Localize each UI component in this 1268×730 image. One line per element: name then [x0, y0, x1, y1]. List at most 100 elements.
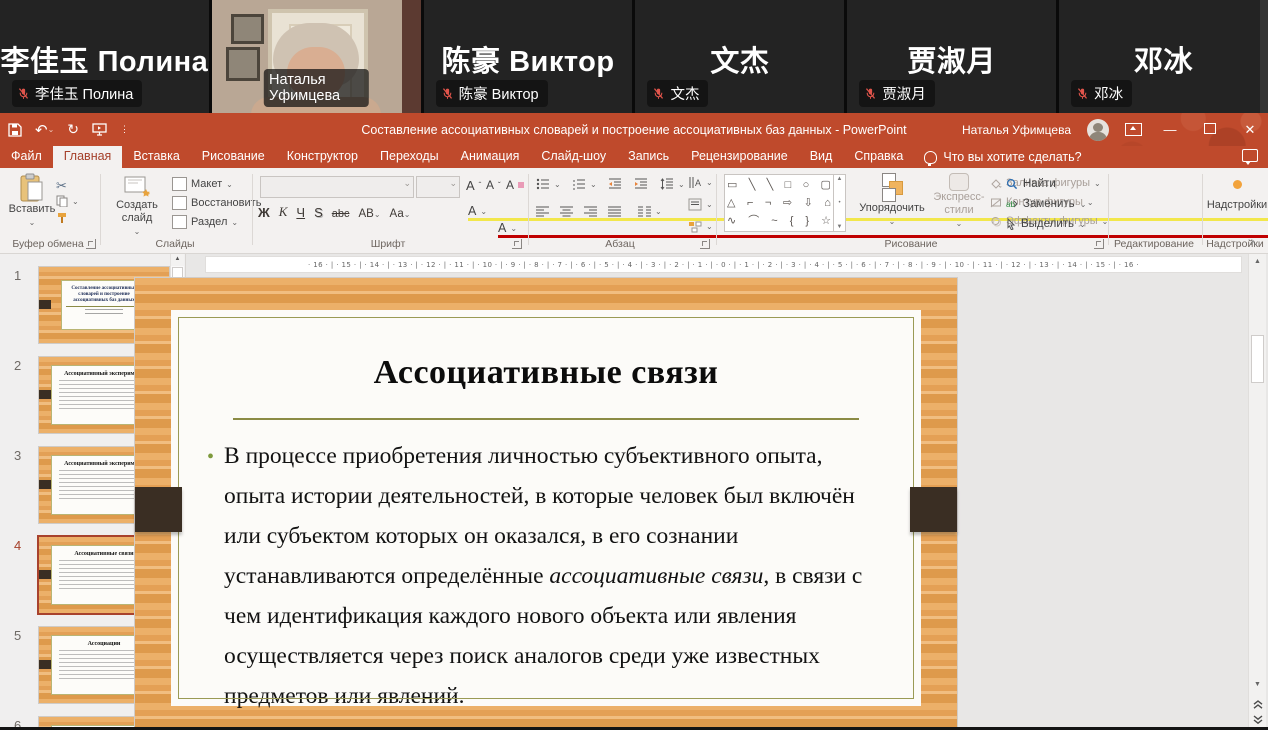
shape-icon[interactable]: ▭ — [727, 177, 737, 193]
close-button[interactable]: ✕ — [1238, 122, 1262, 138]
font-style-button-5[interactable]: АВ⌄ — [358, 208, 380, 220]
slide-title[interactable]: Ассоциативные связи — [171, 354, 921, 392]
shape-icon[interactable]: ~ — [771, 213, 777, 229]
quick-styles-button[interactable]: Экспресс-стили⌄ — [932, 173, 986, 230]
line-spacing-button[interactable]: ⌄ — [660, 178, 685, 190]
tab-10[interactable]: Вид — [799, 146, 844, 168]
shrink-font-button[interactable]: Аˇ — [486, 178, 501, 192]
font-name-combobox[interactable] — [260, 176, 414, 198]
restore-button[interactable] — [1198, 122, 1222, 137]
tab-2[interactable]: Вставка — [122, 146, 190, 168]
tab-8[interactable]: Запись — [617, 146, 680, 168]
shape-icon[interactable]: ▢ — [821, 177, 831, 193]
shape-icon[interactable]: ╲ — [767, 177, 774, 193]
font-style-button-4[interactable]: abc — [332, 208, 350, 220]
shape-icon[interactable]: ∿ — [727, 213, 736, 229]
shape-icon[interactable]: ╲ — [749, 177, 756, 193]
shape-icon[interactable]: ⌒ — [748, 213, 759, 229]
layout-button[interactable]: Макет⌄ — [172, 177, 233, 191]
shape-icon[interactable]: ¬ — [765, 195, 771, 211]
shape-icon[interactable]: ○ — [803, 177, 810, 193]
scroll-up-icon[interactable]: ▲ — [171, 253, 184, 266]
font-style-button-2[interactable]: Ч — [296, 205, 305, 220]
clear-formatting-button[interactable]: А — [506, 178, 524, 192]
shape-icon[interactable]: ☆ — [821, 213, 831, 229]
numbering-button[interactable]: ⌄ — [572, 178, 597, 190]
replace-button[interactable]: ab Заменить⌄ — [1006, 198, 1086, 210]
slide-body-text[interactable]: • В процессе приобретения личностью субъ… — [207, 436, 883, 716]
font-dialog-launcher-icon[interactable] — [512, 239, 522, 249]
section-button[interactable]: Раздел⌄ — [172, 215, 238, 229]
tell-me-search[interactable]: Что вы хотите сделать? — [914, 146, 1091, 168]
format-painter-button[interactable] — [56, 212, 68, 224]
tab-7[interactable]: Слайд-шоу — [530, 146, 617, 168]
align-text-button[interactable]: ⌄ — [688, 198, 713, 211]
shape-icon[interactable]: ⌐ — [747, 195, 753, 211]
justify-button[interactable] — [608, 206, 621, 217]
participant-tile[interactable]: 邓冰邓冰 — [1059, 0, 1268, 113]
participant-tile[interactable]: 李佳玉 Полина李佳玉 Полина — [0, 0, 209, 113]
participant-tile[interactable]: 文杰文杰 — [635, 0, 844, 113]
align-center-button[interactable] — [560, 206, 573, 217]
tab-11[interactable]: Справка — [843, 146, 914, 168]
tab-5[interactable]: Переходы — [369, 146, 450, 168]
tab-9[interactable]: Рецензирование — [680, 146, 799, 168]
tab-3[interactable]: Рисование — [191, 146, 276, 168]
paste-button[interactable]: Вставить⌄ — [8, 173, 56, 229]
collapse-ribbon-icon[interactable]: ˄ — [1250, 238, 1256, 249]
paragraph-dialog-launcher-icon[interactable] — [700, 239, 710, 249]
decrease-indent-button[interactable] — [608, 178, 622, 190]
shape-icon[interactable]: { — [790, 213, 794, 229]
tab-1[interactable]: Главная — [53, 146, 123, 168]
shape-icon[interactable]: □ — [785, 177, 792, 193]
font-style-button-1[interactable]: К — [279, 204, 288, 220]
shape-icon[interactable]: ⇨ — [783, 195, 792, 211]
scroll-up-icon[interactable]: ▲ — [1249, 254, 1266, 269]
increase-indent-button[interactable] — [634, 178, 648, 190]
previous-slide-button[interactable] — [1249, 697, 1266, 711]
addins-button[interactable]: Надстройки — [1206, 180, 1268, 212]
align-left-button[interactable] — [536, 206, 549, 217]
participant-tile[interactable]: 陈豪 Виктор陈豪 Виктор — [424, 0, 633, 113]
text-direction-button[interactable]: А⌄ — [688, 176, 713, 189]
minimize-button[interactable]: — — [1158, 122, 1182, 137]
copy-button[interactable]: ⌄ — [56, 195, 79, 207]
find-button[interactable]: Найти — [1006, 178, 1056, 190]
shapes-gallery[interactable]: ▭ ╲ ╲ □ ○ ▢ △ ⌐ ¬ ⇨ ⇩ ⌂ ∿ ⌒ ~ {} ☆ ▲•▼ — [724, 174, 846, 232]
new-slide-button[interactable]: Создать слайд⌄ — [108, 173, 166, 238]
font-style-button-3[interactable]: S — [314, 205, 323, 220]
shape-icon[interactable]: △ — [727, 195, 735, 211]
shape-icon[interactable]: ⌂ — [824, 195, 831, 211]
columns-button[interactable]: ⌄ — [638, 206, 662, 217]
main-scrollbar[interactable]: ▲ ▼ — [1248, 253, 1266, 727]
cut-button[interactable]: ✂ — [56, 178, 67, 194]
account-user-name[interactable]: Наталья Уфимцева — [962, 123, 1071, 137]
shape-icon[interactable]: ⇩ — [804, 195, 813, 211]
shapes-gallery-scrollbar[interactable]: ▲•▼ — [833, 175, 845, 231]
account-avatar[interactable] — [1087, 119, 1109, 141]
drawing-dialog-launcher-icon[interactable] — [1094, 239, 1104, 249]
convert-smartart-button[interactable]: ⌄ — [688, 220, 713, 233]
participant-tile[interactable]: Наталья Уфимцева — [212, 0, 421, 113]
reset-button[interactable]: Восстановить — [172, 196, 261, 210]
clipboard-dialog-launcher-icon[interactable] — [86, 239, 96, 249]
participant-tile[interactable]: 贾淑月贾淑月 — [847, 0, 1056, 113]
align-right-button[interactable] — [584, 206, 597, 217]
next-slide-button[interactable] — [1249, 712, 1266, 726]
font-style-button-6[interactable]: Аа⌄ — [390, 208, 411, 220]
comments-icon[interactable] — [1242, 149, 1258, 162]
tab-0[interactable]: Файл — [0, 146, 53, 168]
bullets-button[interactable]: ⌄ — [536, 178, 561, 190]
arrange-button[interactable]: Упорядочить⌄ — [856, 173, 928, 228]
select-button[interactable]: Выделить⌄ — [1006, 218, 1086, 230]
grow-font-button[interactable]: Аˆ — [466, 178, 481, 193]
font-size-combobox[interactable] — [416, 176, 460, 198]
font-style-button-0[interactable]: Ж — [258, 205, 270, 220]
slide-canvas[interactable]: Ассоциативные связи • В процессе приобре… — [135, 278, 957, 730]
ribbon-display-options-icon[interactable] — [1125, 123, 1142, 136]
tab-4[interactable]: Конструктор — [276, 146, 369, 168]
scroll-down-icon[interactable]: ▼ — [1249, 677, 1266, 692]
main-scrollbar-thumb[interactable] — [1251, 335, 1264, 383]
tab-6[interactable]: Анимация — [450, 146, 531, 168]
shape-icon[interactable]: } — [805, 213, 809, 229]
